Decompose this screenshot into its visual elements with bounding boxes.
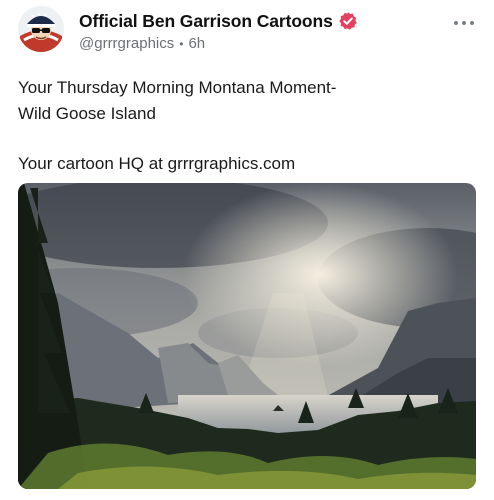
post-time[interactable]: 6h: [188, 35, 205, 52]
post-image[interactable]: [18, 183, 476, 489]
post-meta: @grrrgraphics • 6h: [79, 35, 205, 52]
meta-separator: •: [179, 36, 184, 51]
promo-text: Your cartoon HQ at grrrgraphics.com: [18, 154, 296, 173]
more-options-icon[interactable]: [454, 18, 474, 28]
author-row: Official Ben Garrison Cartoons: [79, 9, 358, 33]
post-text: Your Thursday Morning Montana Moment- Wi…: [18, 75, 478, 127]
avatar[interactable]: [18, 6, 64, 52]
author-name[interactable]: Official Ben Garrison Cartoons: [79, 11, 333, 32]
landscape-photo: [18, 183, 476, 489]
author-handle[interactable]: @grrrgraphics: [79, 35, 174, 52]
post-text-line: Wild Goose Island: [18, 104, 156, 123]
post-text-line: Your Thursday Morning Montana Moment-: [18, 78, 337, 97]
cartoon-avatar-icon: [18, 6, 64, 52]
verified-badge-icon: [338, 12, 357, 30]
